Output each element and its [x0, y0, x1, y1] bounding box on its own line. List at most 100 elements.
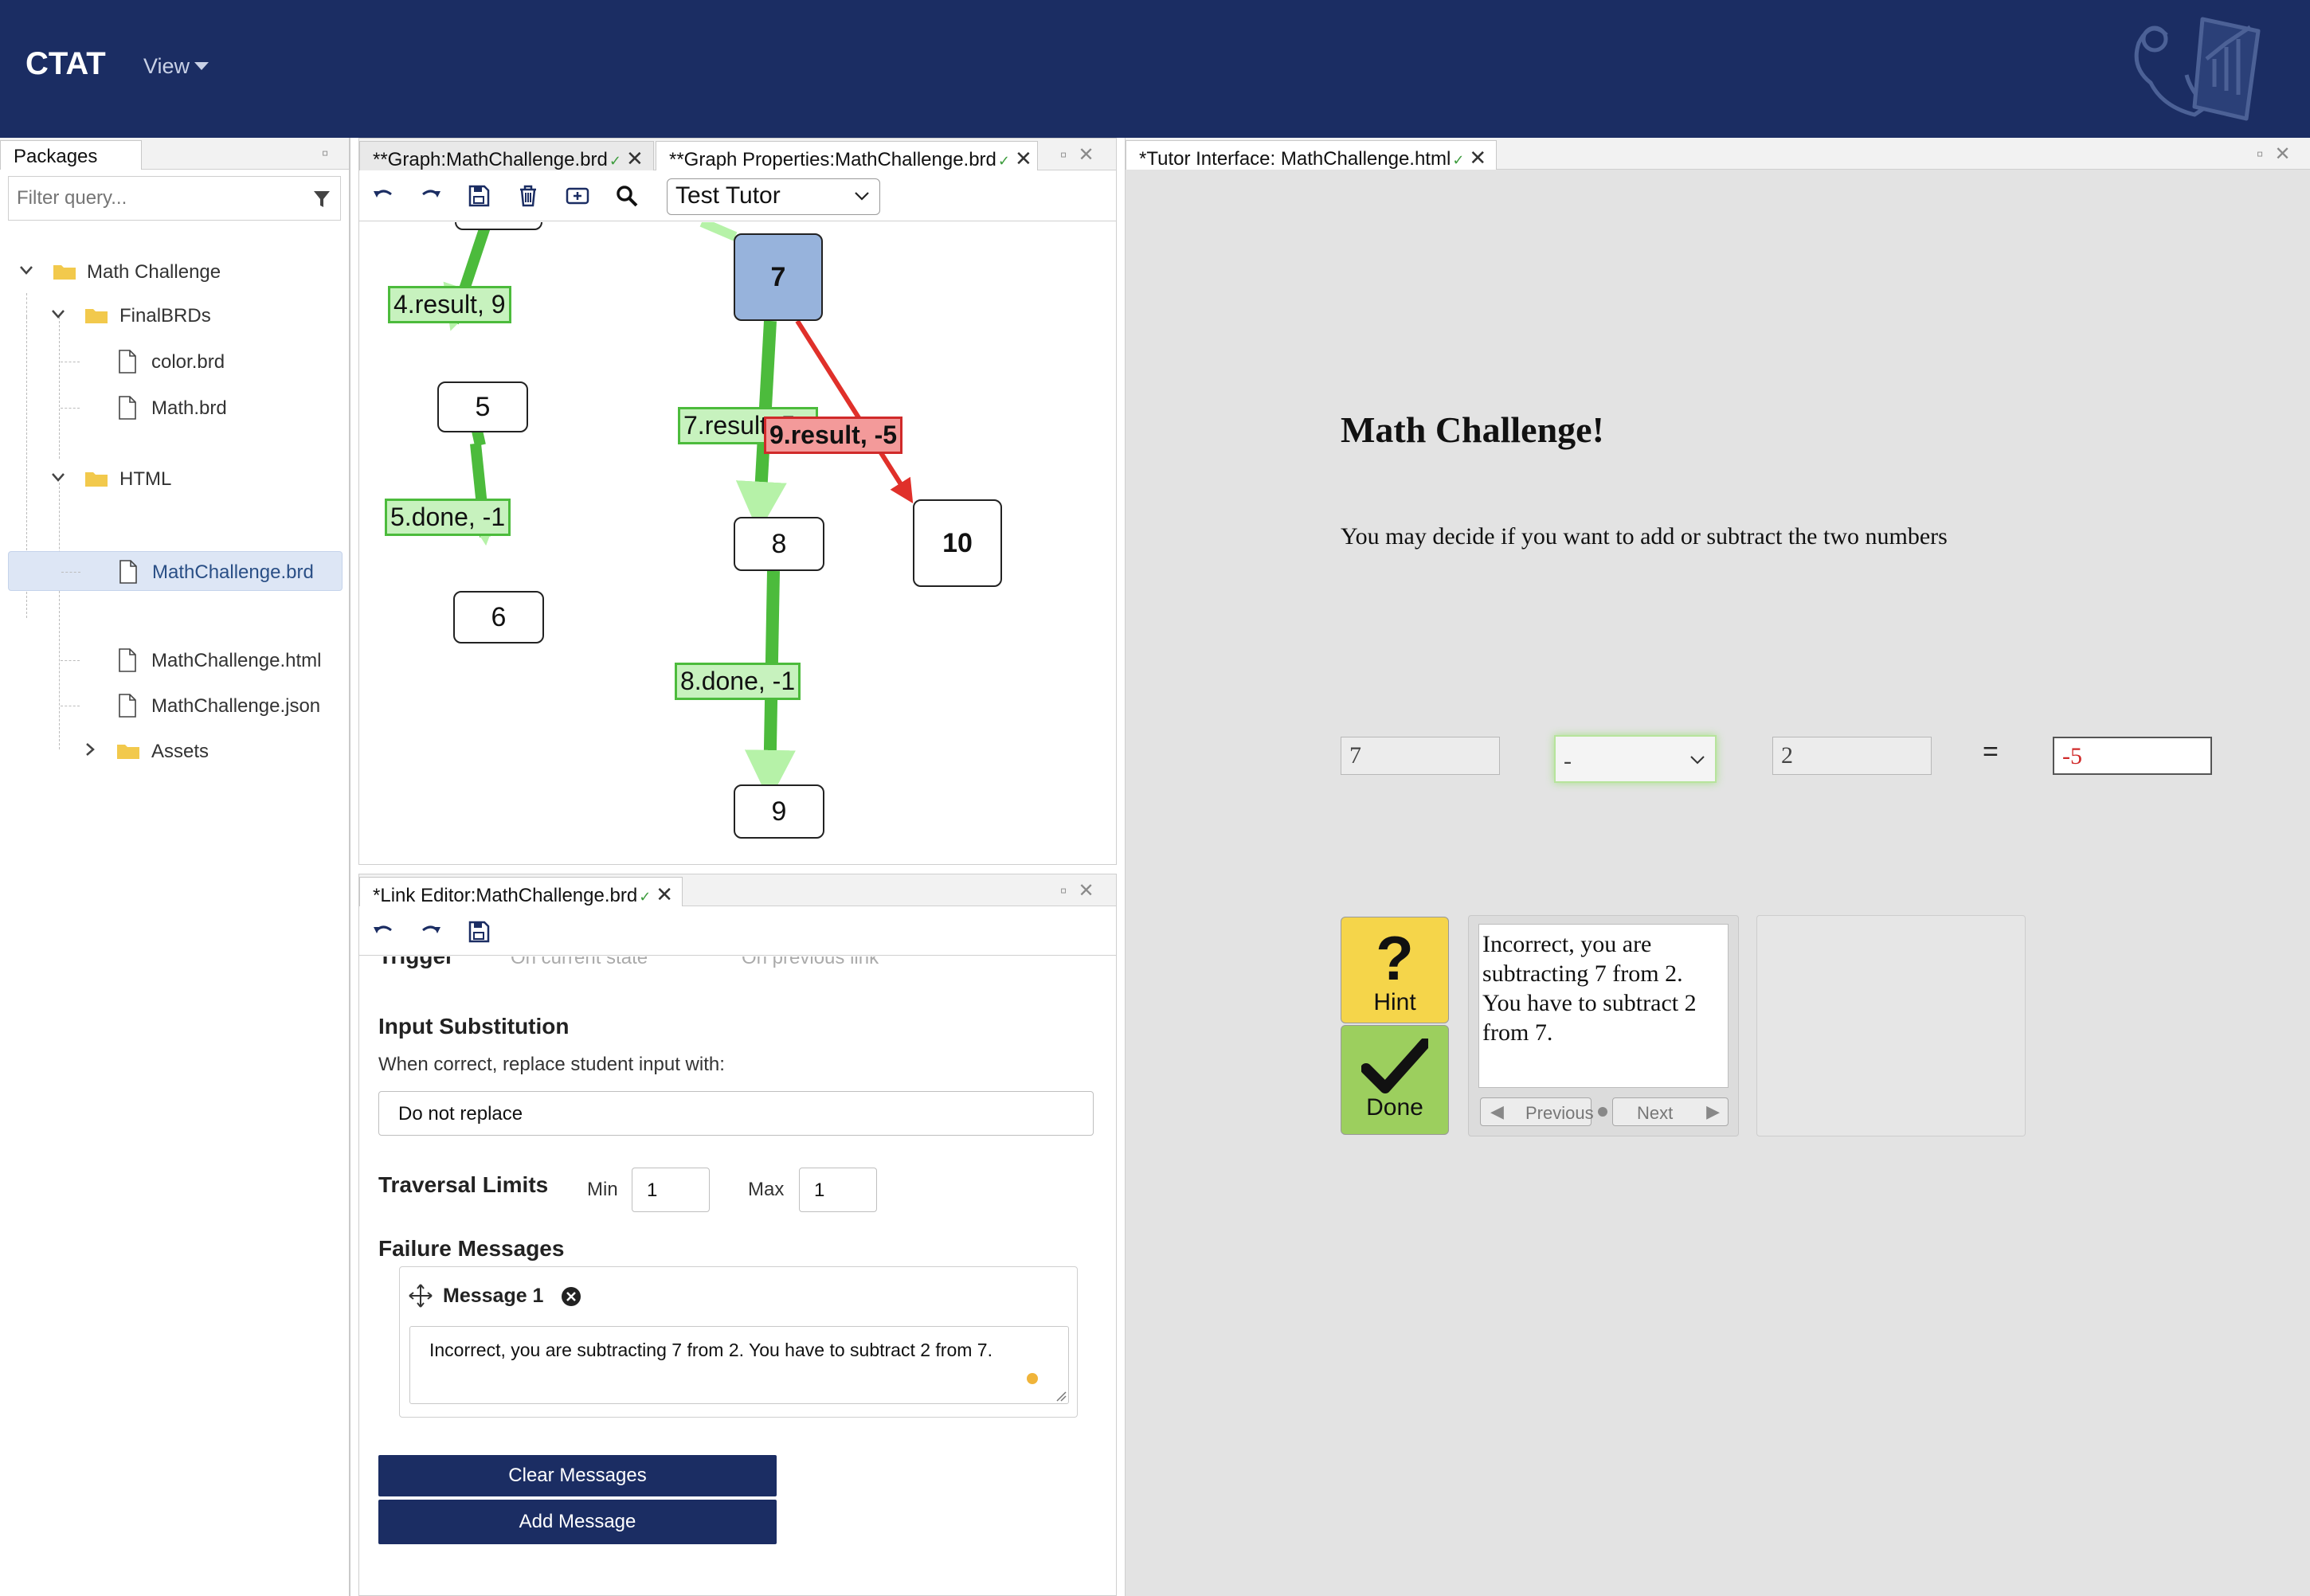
tree-item-math-challenge[interactable]: Math Challenge	[8, 252, 343, 291]
search-icon[interactable]	[614, 183, 640, 209]
tutor-interface-panel: *Tutor Interface: MathChallenge.html ✓ ✕ ▫…	[1125, 138, 2310, 1596]
remove-message-icon[interactable]	[561, 1286, 581, 1307]
clear-messages-button[interactable]: Clear Messages	[378, 1455, 777, 1496]
done-button[interactable]: Done	[1341, 1025, 1449, 1135]
tree-item-mathchallenge-brd[interactable]: MathChallenge.brd	[8, 551, 343, 591]
add-state-icon[interactable]	[565, 183, 590, 209]
link-editor-tabstrip: *Link Editor:MathChallenge.brd ✓ ✕ ▫✕	[359, 874, 1116, 906]
tab-packages-label: Packages	[14, 146, 98, 167]
tree-item-finalbrds[interactable]: FinalBRDs	[8, 295, 343, 335]
edge-label-8[interactable]: 8.done, -1	[675, 663, 801, 700]
result-field[interactable]: -5	[2053, 737, 2212, 775]
tab-graph[interactable]: **Graph:MathChallenge.brd ✓ ✕	[359, 141, 654, 170]
window-controls[interactable]: ▫✕	[1060, 879, 1106, 902]
view-menu[interactable]: View	[143, 54, 209, 79]
operator-select[interactable]: -	[1554, 735, 1717, 783]
edge-label-9[interactable]: 9.result, -5	[764, 417, 903, 454]
add-message-button[interactable]: Add Message	[378, 1500, 777, 1544]
trash-icon[interactable]	[515, 183, 541, 209]
node-label: 6	[491, 602, 507, 632]
message-text: Incorrect, you are subtracting 7 from 2.…	[429, 1340, 993, 1360]
tab-tutor-interface-label: *Tutor Interface: MathChallenge.html	[1139, 148, 1451, 170]
file-icon	[119, 694, 136, 718]
save-icon[interactable]	[466, 919, 491, 945]
redo-icon[interactable]	[418, 183, 444, 209]
file-icon	[119, 350, 136, 374]
trigger-option-current[interactable]: On current state	[511, 956, 648, 969]
undo-icon[interactable]	[370, 919, 396, 945]
graph-node-6[interactable]: 6	[453, 591, 544, 643]
next-button[interactable]: Next ▶	[1612, 1097, 1729, 1126]
close-icon[interactable]: ✕	[626, 147, 644, 171]
edge-label-5[interactable]: 5.done, -1	[385, 499, 511, 536]
filter-query-input[interactable]	[9, 177, 303, 220]
resize-handle-icon[interactable]	[1054, 1389, 1067, 1402]
chevron-down-icon[interactable]	[49, 468, 67, 486]
filter-icon[interactable]	[313, 190, 331, 209]
link-editor-toolbar	[359, 906, 1116, 956]
max-input[interactable]: 1	[799, 1168, 877, 1212]
tree-item-math-brd[interactable]: Math.brd	[8, 388, 343, 428]
caret-down-icon	[194, 62, 209, 70]
tree-item-color-brd[interactable]: color.brd	[8, 342, 343, 381]
graph-panel: **Graph:MathChallenge.brd ✓ ✕ **Graph Prop…	[358, 138, 1117, 865]
feedback-text: Incorrect, you are subtracting 7 from 2.…	[1478, 924, 1729, 1088]
redo-icon[interactable]	[418, 919, 444, 945]
tree-item-label: Math.brd	[151, 397, 227, 419]
hint-window: Incorrect, you are subtracting 7 from 2.…	[1468, 915, 1739, 1136]
chevron-down-icon[interactable]	[18, 261, 35, 279]
tab-tutor-interface[interactable]: *Tutor Interface: MathChallenge.html ✓ ✕	[1126, 140, 1497, 170]
window-controls[interactable]: ▫✕	[1060, 143, 1106, 166]
close-icon[interactable]: ✕	[1469, 146, 1486, 170]
tree-item-html[interactable]: HTML	[8, 459, 343, 499]
tree-item-mathchallenge-json[interactable]: MathChallenge.json	[8, 686, 343, 726]
previous-button[interactable]: ◀ Previous	[1480, 1097, 1594, 1126]
tab-graph-properties-label: **Graph Properties:MathChallenge.brd	[669, 149, 996, 170]
min-input[interactable]: 1	[632, 1168, 710, 1212]
close-icon[interactable]: ✕	[1015, 147, 1032, 171]
maximize-icon[interactable]: ▫	[322, 143, 340, 165]
trigger-option-previous[interactable]: On previous link	[742, 956, 879, 969]
graph-node-9[interactable]: 9	[734, 784, 824, 839]
traversal-limits-heading: Traversal Limits	[378, 1172, 549, 1197]
tree-item-assets[interactable]: Assets	[8, 731, 343, 771]
edge-into-7[interactable]	[699, 222, 738, 241]
failure-messages-heading: Failure Messages	[378, 1236, 565, 1261]
triangle-right-icon: ▶	[1706, 1101, 1720, 1121]
tree-item-label: MathChallenge.brd	[152, 561, 314, 583]
tutor-mode-select[interactable]: Test Tutor	[667, 178, 880, 215]
graph-node-partial[interactable]	[455, 222, 542, 230]
chevron-right-icon[interactable]	[81, 741, 99, 758]
behavior-graph-canvas[interactable]: 5 6 7 8 9 10 4.result, 9 5.done, -1 7.re…	[359, 222, 1116, 864]
edge-label-4[interactable]: 4.result, 9	[388, 286, 511, 323]
edge-5-to-6[interactable]	[472, 429, 486, 447]
save-icon[interactable]	[466, 183, 491, 209]
graph-node-8[interactable]: 8	[734, 517, 824, 571]
message-title: Message 1	[443, 1285, 544, 1307]
tab-graph-properties[interactable]: **Graph Properties:MathChallenge.brd ✓ ✕	[656, 141, 1038, 170]
move-icon[interactable]	[408, 1283, 433, 1308]
operand1-field[interactable]: 7	[1341, 737, 1500, 775]
graph-node-10[interactable]: 10	[913, 499, 1002, 587]
tab-link-editor[interactable]: *Link Editor:MathChallenge.brd ✓ ✕	[359, 877, 683, 906]
packages-panel: Packages ▫ Math Challenge FinalBRDs HTML…	[0, 138, 350, 1596]
chevron-down-icon[interactable]	[49, 305, 67, 323]
page-dot	[1598, 1107, 1607, 1117]
input-substitution-field[interactable]: Do not replace	[378, 1091, 1094, 1136]
window-controls[interactable]: ▫✕	[2257, 143, 2302, 166]
close-icon[interactable]: ✕	[656, 882, 673, 907]
graph-tabstrip: **Graph:MathChallenge.brd ✓ ✕ **Graph Prop…	[359, 139, 1116, 170]
modified-icon: ✓	[1452, 152, 1465, 168]
graph-node-7[interactable]: 7	[734, 233, 823, 321]
tree-item-label: Math Challenge	[87, 261, 221, 283]
graph-node-5[interactable]: 5	[437, 381, 528, 432]
tree-item-mathchallenge-html[interactable]: MathChallenge.html	[8, 640, 343, 680]
tree-item-label: HTML	[119, 468, 172, 490]
operand2-field[interactable]: 2	[1772, 737, 1932, 775]
undo-icon[interactable]	[370, 183, 396, 209]
tutor-mode-value: Test Tutor	[675, 182, 781, 209]
message-textarea[interactable]: Incorrect, you are subtracting 7 from 2.…	[409, 1326, 1069, 1404]
status-dot	[1027, 1373, 1038, 1384]
tab-packages[interactable]: Packages	[0, 140, 142, 170]
hint-button[interactable]: ? Hint	[1341, 917, 1449, 1023]
